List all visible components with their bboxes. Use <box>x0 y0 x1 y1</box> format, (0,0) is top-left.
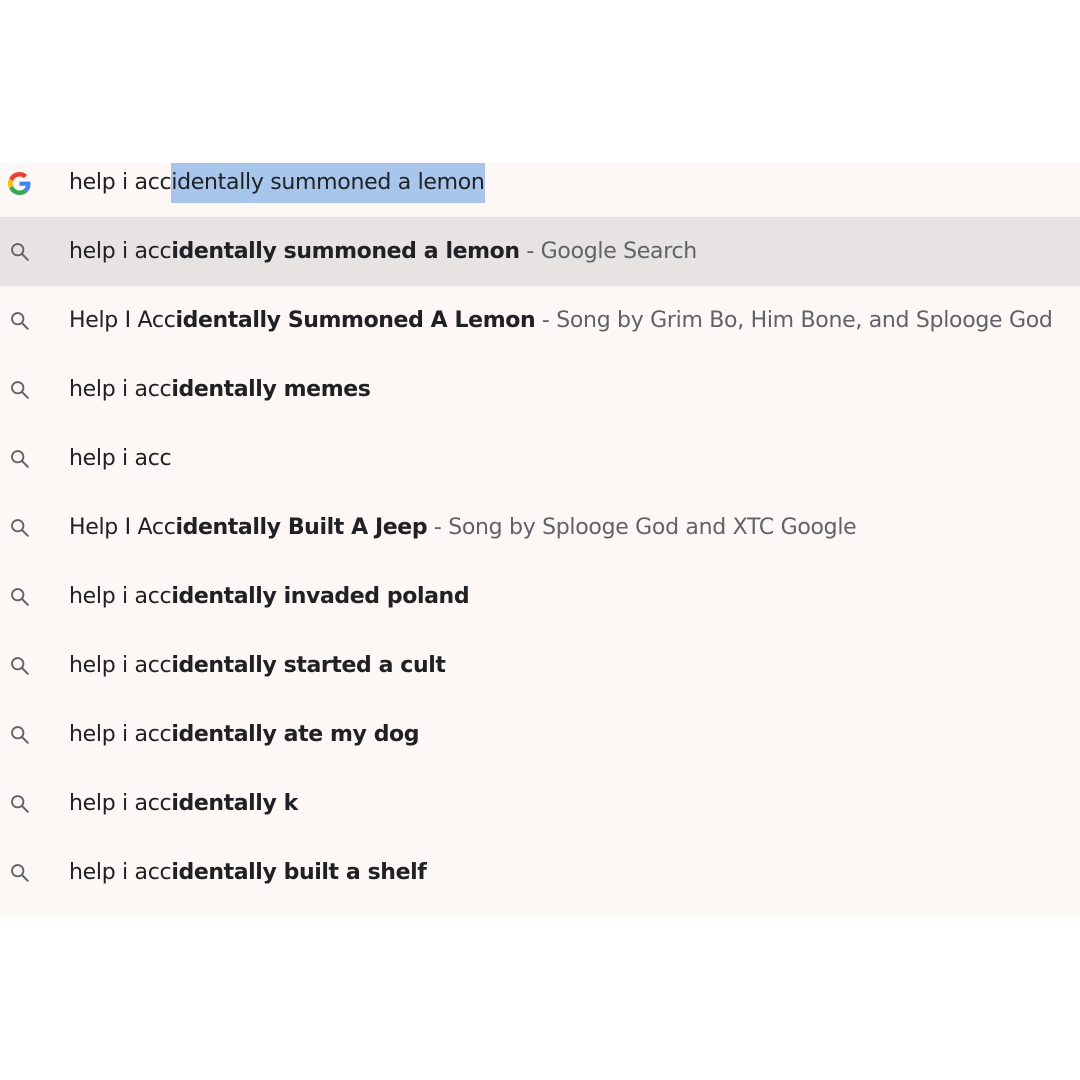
search-icon <box>9 379 31 401</box>
search-icon <box>9 517 31 539</box>
suggestion-match: identally memes <box>171 377 371 402</box>
suggestion-description: Song by Splooge God and XTC Google <box>448 515 857 540</box>
search-icon <box>9 310 31 332</box>
suggestion-text: help i accidentally built a shelf <box>69 838 427 907</box>
suggestion-row[interactable]: help i accidentally started a cult <box>0 631 1080 700</box>
omnibox-dropdown: help i accidentally summoned a lemon hel… <box>0 163 1080 916</box>
google-g-icon <box>8 172 31 195</box>
suggestion-prefix: help i acc <box>69 653 172 678</box>
suggestion-prefix: help i acc <box>69 446 172 471</box>
suggestion-text: help i accidentally memes <box>69 355 371 424</box>
suggestion-separator: - <box>519 239 541 264</box>
suggestion-text: help i acc <box>69 424 172 493</box>
search-icon <box>9 862 31 884</box>
suggestion-text: Help I Accidentally Built A Jeep - Song … <box>69 493 857 562</box>
suggestion-row[interactable]: help i accidentally invaded poland <box>0 562 1080 631</box>
suggestion-match: identally ate my dog <box>171 722 420 747</box>
suggestion-prefix: help i acc <box>69 791 172 816</box>
search-icon <box>9 655 31 677</box>
suggestion-row[interactable]: Help I Accidentally Summoned A Lemon - S… <box>0 286 1080 355</box>
suggestion-prefix: Help I Acc <box>69 515 176 540</box>
search-icon <box>9 448 31 470</box>
search-icon <box>9 241 31 263</box>
search-icon <box>9 586 31 608</box>
suggestion-prefix: help i acc <box>69 860 172 885</box>
suggestion-match: identally invaded poland <box>171 584 470 609</box>
omnibox-input[interactable]: help i accidentally summoned a lemon <box>69 163 485 203</box>
omnibox-selected-completion: identally summoned a lemon <box>171 163 485 203</box>
suggestion-text: help i accidentally started a cult <box>69 631 446 700</box>
search-icon <box>9 724 31 746</box>
suggestion-text: help i accidentally summoned a lemon - G… <box>69 217 697 286</box>
omnibox[interactable]: help i accidentally summoned a lemon <box>0 163 1080 203</box>
suggestion-row[interactable]: help i acc <box>0 424 1080 493</box>
suggestion-text: help i accidentally ate my dog <box>69 700 420 769</box>
suggestion-row[interactable]: Help I Accidentally Built A Jeep - Song … <box>0 493 1080 562</box>
suggestion-match: identally Summoned A Lemon <box>175 308 536 333</box>
suggestion-separator: - <box>535 308 557 333</box>
suggestion-prefix: help i acc <box>69 239 172 264</box>
suggestion-text: Help I Accidentally Summoned A Lemon - S… <box>69 286 1053 355</box>
suggestion-row[interactable]: help i accidentally k <box>0 769 1080 838</box>
suggestion-text: help i accidentally invaded poland <box>69 562 470 631</box>
suggestion-match: identally started a cult <box>171 653 446 678</box>
suggestion-match: identally Built A Jeep <box>175 515 428 540</box>
suggestion-separator: - <box>427 515 449 540</box>
suggestion-prefix: help i acc <box>69 584 172 609</box>
suggestion-prefix: help i acc <box>69 377 172 402</box>
suggestion-row[interactable]: help i accidentally built a shelf <box>0 838 1080 907</box>
suggestion-prefix: help i acc <box>69 722 172 747</box>
suggestion-row[interactable]: help i accidentally summoned a lemon - G… <box>0 217 1080 286</box>
suggestion-prefix: Help I Acc <box>69 308 176 333</box>
omnibox-typed-text: help i acc <box>69 170 172 195</box>
suggestion-description: Song by Grim Bo, Him Bone, and Splooge G… <box>556 308 1053 333</box>
suggestion-match: identally k <box>171 791 298 816</box>
suggestion-row[interactable]: help i accidentally memes <box>0 355 1080 424</box>
suggestion-row[interactable]: help i accidentally ate my dog <box>0 700 1080 769</box>
page: help i accidentally summoned a lemon hel… <box>0 0 1080 1080</box>
suggestion-description: Google Search <box>540 239 698 264</box>
suggestion-match: identally summoned a lemon <box>171 239 520 264</box>
suggestion-text: help i accidentally k <box>69 769 298 838</box>
suggestion-match: identally built a shelf <box>171 860 427 885</box>
search-icon <box>9 793 31 815</box>
